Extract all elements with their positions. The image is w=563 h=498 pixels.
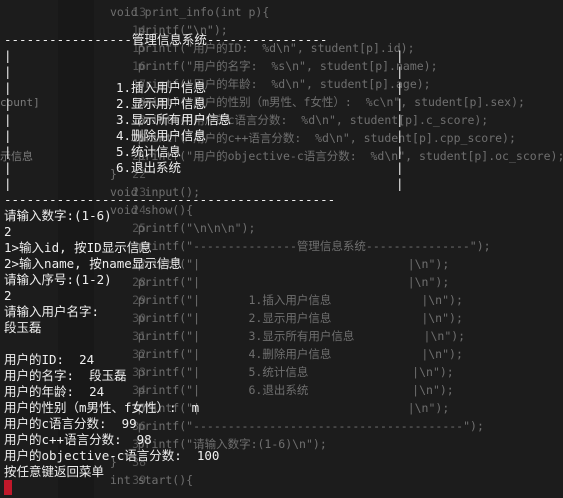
menu-item-delete: 4.删除用户信息	[116, 128, 207, 143]
menu-item-stats: 5.统计信息	[116, 144, 182, 159]
menu-border-left: |	[4, 176, 12, 191]
menu-border-right: |	[396, 128, 404, 143]
menu-item-exit: 6.退出系统	[116, 160, 182, 175]
terminal-output-line: 段玉磊	[4, 320, 42, 335]
terminal-output-line: 请输入序号:(1-2)	[4, 272, 112, 287]
terminal-output-line: 用户的年龄: 24	[4, 384, 105, 399]
terminal-output-line: 用户的名字: 段玉磊	[4, 368, 127, 383]
menu-border-right: |	[396, 48, 404, 63]
menu-border-left: |	[4, 144, 12, 159]
menu-border-left: |	[4, 160, 12, 175]
menu-top-border: -----------------管理信息系统----------------	[4, 32, 328, 47]
terminal-output-line: 2	[4, 288, 12, 303]
menu-border-right: |	[396, 144, 404, 159]
menu-border-left: |	[4, 48, 12, 63]
terminal-output-line: 2>输入name, 按name显示信息	[4, 256, 182, 271]
terminal-output-line: 用户的ID: 24	[4, 352, 95, 367]
menu-border-left: |	[4, 64, 12, 79]
terminal-output-line: 用户的性别（m男性、f女性）: m	[4, 400, 200, 415]
menu-border-right: |	[396, 176, 404, 191]
terminal-output-line: 2	[4, 224, 12, 239]
menu-border-left: |	[4, 96, 12, 111]
menu-item-show: 2.显示用户信息	[116, 96, 207, 111]
terminal-window[interactable]: -----------------管理信息系统---------------- …	[0, 0, 563, 498]
menu-border-left: |	[4, 80, 12, 95]
menu-border-right: |	[396, 112, 404, 127]
terminal-cursor	[4, 480, 12, 495]
menu-bottom-border: ----------------------------------------…	[4, 192, 336, 207]
terminal-output-line: 用户的c++语言分数: 98	[4, 432, 152, 447]
menu-border-left: |	[4, 128, 12, 143]
terminal-output-line: 请输入数字:(1-6)	[4, 208, 112, 223]
terminal-output-line: 用户的c语言分数: 99	[4, 416, 137, 431]
menu-border-right: |	[396, 96, 404, 111]
menu-border-right: |	[396, 160, 404, 175]
menu-border-left: |	[4, 112, 12, 127]
menu-border-right: |	[396, 80, 404, 95]
terminal-output-line: 请输入用户名字:	[4, 304, 100, 319]
menu-border-right: |	[396, 64, 404, 79]
terminal-output-line: 按任意键返回菜单	[4, 464, 105, 479]
menu-item-show-all: 3.显示所有用户信息	[116, 112, 232, 127]
terminal-output-line: 1>输入id, 按ID显示信息	[4, 240, 152, 255]
menu-item-insert: 1.插入用户信息	[116, 80, 207, 95]
terminal-output-line: 用户的objective-c语言分数: 100	[4, 448, 220, 463]
